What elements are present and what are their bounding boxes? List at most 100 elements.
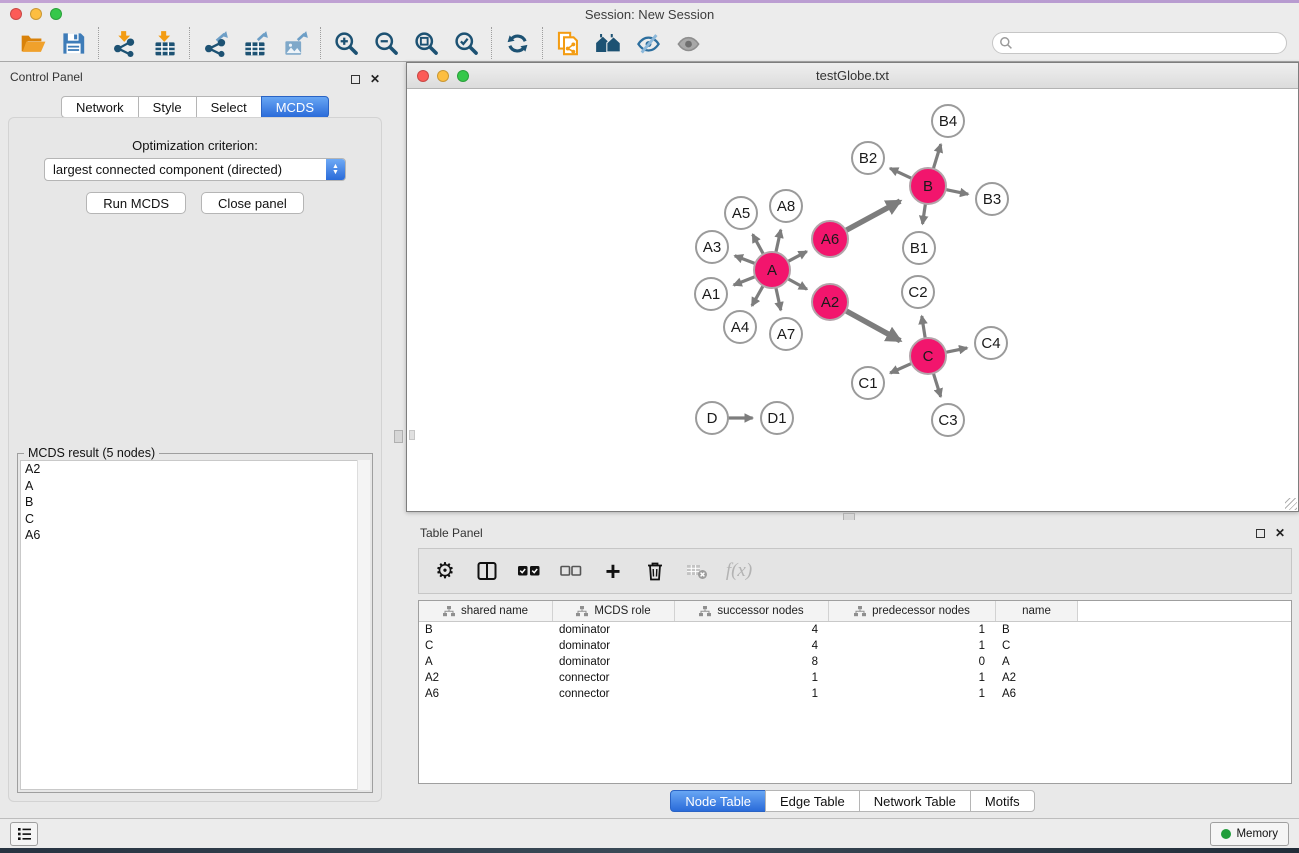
- graph-node-A3[interactable]: A3: [695, 230, 729, 264]
- table-cell[interactable]: A: [996, 654, 1078, 670]
- table-cell[interactable]: connector: [553, 686, 675, 702]
- graph-edge-C-C3[interactable]: [932, 370, 940, 396]
- refresh-button[interactable]: [500, 27, 534, 59]
- mcds-result-list[interactable]: A2ABCA6: [20, 460, 370, 790]
- table-cell[interactable]: 0: [829, 654, 996, 670]
- graph-node-A6[interactable]: A6: [811, 220, 849, 258]
- table-cell[interactable]: C: [996, 638, 1078, 654]
- graph-node-B[interactable]: B: [909, 167, 947, 205]
- column-visibility-button[interactable]: [473, 557, 501, 585]
- task-history-button[interactable]: [10, 822, 38, 846]
- graph-node-C4[interactable]: C4: [974, 326, 1008, 360]
- graph-node-B1[interactable]: B1: [902, 231, 936, 265]
- deselect-all-button[interactable]: [557, 557, 585, 585]
- mcds-result-item[interactable]: A6: [21, 527, 369, 544]
- graph-node-C[interactable]: C: [909, 337, 947, 375]
- zoom-selected-button[interactable]: [449, 27, 483, 59]
- zoom-fit-button[interactable]: [409, 27, 443, 59]
- table-row[interactable]: Cdominator41C: [419, 638, 1291, 654]
- column-header-successor-nodes[interactable]: successor nodes: [675, 601, 829, 621]
- graph-node-A8[interactable]: A8: [769, 189, 803, 223]
- graph-node-B3[interactable]: B3: [975, 182, 1009, 216]
- table-cell[interactable]: connector: [553, 670, 675, 686]
- tab-node-table[interactable]: Node Table: [670, 790, 766, 812]
- zoom-out-button[interactable]: [369, 27, 403, 59]
- table-cell[interactable]: 1: [829, 638, 996, 654]
- tab-mcds[interactable]: MCDS: [261, 96, 329, 118]
- table-cell[interactable]: 1: [829, 670, 996, 686]
- close-panel-button[interactable]: Close panel: [201, 192, 304, 214]
- table-row[interactable]: Adominator80A: [419, 654, 1291, 670]
- table-cell[interactable]: C: [419, 638, 553, 654]
- panel-splitter-handle[interactable]: [394, 430, 403, 443]
- network-canvas[interactable]: B4B2BB3A5A8A6B1A3AC2A1A2A4A7C4CC1C3DD1: [408, 90, 1297, 510]
- tab-motifs[interactable]: Motifs: [970, 790, 1035, 812]
- graph-edge-A2-C[interactable]: [843, 309, 900, 340]
- graph-node-A1[interactable]: A1: [694, 277, 728, 311]
- column-header-predecessor-nodes[interactable]: predecessor nodes: [829, 601, 996, 621]
- home-button[interactable]: [591, 27, 625, 59]
- graph-node-A7[interactable]: A7: [769, 317, 803, 351]
- graph-node-B4[interactable]: B4: [931, 104, 965, 138]
- tab-style[interactable]: Style: [138, 96, 197, 118]
- graph-node-B2[interactable]: B2: [851, 141, 885, 175]
- table-row[interactable]: A6connector11A6: [419, 686, 1291, 702]
- float-panel-icon[interactable]: [351, 75, 360, 84]
- graph-node-A[interactable]: A: [753, 251, 791, 289]
- delete-column-button[interactable]: [641, 557, 669, 585]
- table-cell[interactable]: 1: [829, 622, 996, 638]
- table-cell[interactable]: A: [419, 654, 553, 670]
- graph-node-A5[interactable]: A5: [724, 196, 758, 230]
- window-resize-grip[interactable]: [1285, 498, 1297, 510]
- import-network-button[interactable]: [107, 27, 141, 59]
- table-cell[interactable]: A6: [996, 686, 1078, 702]
- run-mcds-button[interactable]: Run MCDS: [86, 192, 186, 214]
- table-cell[interactable]: 4: [675, 638, 829, 654]
- close-panel-icon[interactable]: ✕: [370, 75, 380, 84]
- table-cell[interactable]: 1: [829, 686, 996, 702]
- criterion-dropdown[interactable]: largest connected component (directed) ▲…: [44, 158, 346, 181]
- close-table-panel-icon[interactable]: ✕: [1275, 529, 1285, 538]
- table-cell[interactable]: B: [996, 622, 1078, 638]
- mcds-result-item[interactable]: B: [21, 494, 369, 511]
- result-scrollbar[interactable]: [357, 460, 370, 790]
- table-cell[interactable]: 1: [675, 670, 829, 686]
- select-all-button[interactable]: [515, 557, 543, 585]
- import-table-button[interactable]: [147, 27, 181, 59]
- network-document-button[interactable]: [551, 27, 585, 59]
- table-cell[interactable]: A2: [996, 670, 1078, 686]
- mcds-result-item[interactable]: A: [21, 478, 369, 495]
- table-cell[interactable]: dominator: [553, 622, 675, 638]
- graph-node-D1[interactable]: D1: [760, 401, 794, 435]
- mcds-result-item[interactable]: C: [21, 511, 369, 528]
- table-cell[interactable]: A2: [419, 670, 553, 686]
- column-header-shared-name[interactable]: shared name: [419, 601, 553, 621]
- column-header-name[interactable]: name: [996, 601, 1078, 621]
- open-session-button[interactable]: [16, 27, 50, 59]
- show-eye-button[interactable]: [671, 27, 705, 59]
- graph-node-A2[interactable]: A2: [811, 283, 849, 321]
- tab-network-table[interactable]: Network Table: [859, 790, 971, 812]
- float-table-panel-icon[interactable]: [1256, 529, 1265, 538]
- add-column-button[interactable]: +: [599, 557, 627, 585]
- zoom-in-button[interactable]: [329, 27, 363, 59]
- export-image-button[interactable]: [278, 27, 312, 59]
- hide-eye-button[interactable]: [631, 27, 665, 59]
- graph-edge-A6-B[interactable]: [843, 201, 900, 232]
- graph-node-A4[interactable]: A4: [723, 310, 757, 344]
- table-cell[interactable]: 1: [675, 686, 829, 702]
- table-cell[interactable]: 8: [675, 654, 829, 670]
- graph-node-C3[interactable]: C3: [931, 403, 965, 437]
- tab-edge-table[interactable]: Edge Table: [765, 790, 860, 812]
- tab-select[interactable]: Select: [196, 96, 262, 118]
- function-builder-button[interactable]: f(x): [725, 557, 753, 585]
- table-cell[interactable]: A6: [419, 686, 553, 702]
- table-cell[interactable]: dominator: [553, 654, 675, 670]
- graph-node-D[interactable]: D: [695, 401, 729, 435]
- table-row[interactable]: A2connector11A2: [419, 670, 1291, 686]
- graph-node-C2[interactable]: C2: [901, 275, 935, 309]
- table-row[interactable]: Bdominator41B: [419, 622, 1291, 638]
- table-cell[interactable]: B: [419, 622, 553, 638]
- network-window-titlebar[interactable]: testGlobe.txt: [407, 63, 1298, 89]
- delete-table-button[interactable]: [683, 557, 711, 585]
